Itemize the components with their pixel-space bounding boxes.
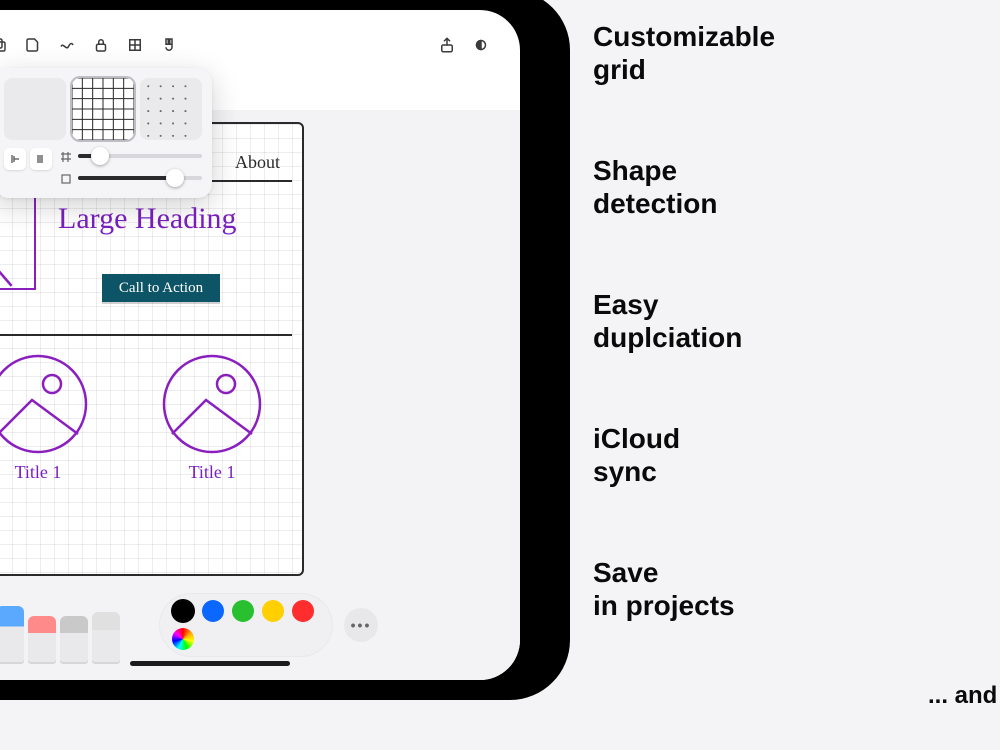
color-swatch[interactable] — [262, 600, 284, 622]
tool-eraser[interactable] — [28, 616, 56, 664]
cta-button: Call to Action — [102, 274, 220, 302]
more-button[interactable]: ••• — [344, 608, 378, 642]
color-pill — [160, 594, 332, 656]
hash-icon — [60, 150, 72, 162]
slider-fill — [78, 176, 175, 180]
top-toolbar — [0, 30, 490, 60]
feature-item: Save in projects — [593, 556, 893, 622]
appearance-icon[interactable] — [472, 36, 490, 54]
grid-popover — [0, 68, 212, 198]
duplicate-icon[interactable] — [0, 36, 8, 54]
shape-icon[interactable] — [24, 36, 42, 54]
slider-knob[interactable] — [166, 169, 184, 187]
grid-icon[interactable] — [126, 36, 144, 54]
tool-ruler[interactable] — [92, 612, 120, 664]
slider-knob[interactable] — [91, 147, 109, 165]
device-frame: About Large Heading Call to Action — [0, 0, 570, 700]
share-icon[interactable] — [438, 36, 456, 54]
freehand-icon[interactable] — [58, 36, 76, 54]
background-dots[interactable] — [140, 78, 202, 140]
background-grid[interactable] — [72, 78, 134, 140]
toolbar-right-group — [438, 36, 490, 54]
and-more-label: ... and — [928, 682, 997, 710]
tool-pen[interactable] — [60, 616, 88, 664]
image-placeholder-circle — [0, 354, 88, 454]
toolbar-left-group — [0, 36, 178, 54]
snap-right-button[interactable] — [30, 148, 52, 170]
feature-item: Easy duplciation — [593, 288, 893, 354]
grid-spacing-slider[interactable] — [60, 150, 202, 162]
color-swatch[interactable] — [292, 600, 314, 622]
item-title: Title 1 — [162, 462, 262, 483]
pencilkit-palette: ••• — [0, 592, 520, 670]
feature-item: Shape detection — [593, 154, 893, 220]
section-divider — [0, 334, 292, 336]
color-swatch[interactable] — [202, 600, 224, 622]
tool-row — [0, 606, 120, 664]
feature-item: Customizable grid — [593, 20, 893, 86]
feature-list: Customizable grid Shape detection Easy dup… — [593, 20, 893, 622]
color-picker-swatch[interactable] — [172, 628, 194, 650]
cta-label: Call to Action — [119, 280, 203, 297]
grid-opacity-slider[interactable] — [60, 172, 202, 184]
lock-icon[interactable] — [92, 36, 110, 54]
opacity-icon — [60, 172, 72, 184]
snap-left-button[interactable] — [4, 148, 26, 170]
device-screen: About Large Heading Call to Action — [0, 10, 520, 680]
nav-link-about: About — [235, 152, 280, 173]
image-placeholder-circle — [162, 354, 262, 454]
tool-pencil[interactable] — [0, 606, 24, 664]
color-swatch[interactable] — [232, 600, 254, 622]
item-title: Title 1 — [0, 462, 88, 483]
feature-item: iCloud sync — [593, 422, 893, 488]
snap-buttons — [4, 148, 52, 170]
image-placeholder-box — [0, 194, 36, 290]
background-blank[interactable] — [4, 78, 66, 140]
background-option-row — [4, 78, 202, 140]
color-swatch[interactable] — [174, 602, 192, 620]
snap-icon[interactable] — [160, 36, 178, 54]
home-indicator — [130, 661, 290, 666]
wireframe-heading: Large Heading — [58, 202, 237, 236]
